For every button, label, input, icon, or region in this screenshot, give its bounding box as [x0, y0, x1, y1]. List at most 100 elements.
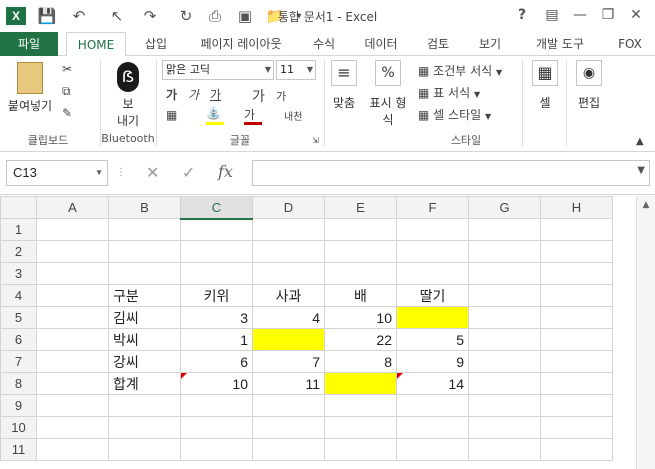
tab-file[interactable]: 파일	[0, 32, 58, 56]
minimize-icon[interactable]: —	[568, 5, 592, 25]
cell-b5[interactable]: 김씨	[108, 306, 181, 329]
cell-a10[interactable]	[36, 416, 109, 439]
shrink-font-button[interactable]: 가	[276, 88, 286, 104]
row-header[interactable]: 7	[0, 350, 37, 373]
select-all-corner[interactable]	[0, 196, 37, 219]
ribbon-display-icon[interactable]: ▤	[540, 5, 564, 25]
border-icon[interactable]: ▦	[166, 108, 177, 122]
cell-e9[interactable]	[324, 394, 397, 417]
cell-d6[interactable]	[252, 328, 325, 351]
cell-b7[interactable]: 강씨	[108, 350, 181, 373]
cell-e3[interactable]	[324, 262, 397, 285]
cell-c4[interactable]: 키위	[180, 284, 253, 307]
row-header[interactable]: 1	[0, 218, 37, 241]
cell-f5[interactable]	[396, 306, 469, 329]
cell-h3[interactable]	[540, 262, 613, 285]
number-format-button[interactable]: % 표시 형 식	[366, 60, 410, 128]
cell-d9[interactable]	[252, 394, 325, 417]
bold-button[interactable]: 가	[166, 86, 177, 103]
paste-button[interactable]: 붙여넣기	[6, 60, 54, 114]
tab-developer[interactable]: 개발 도구	[524, 32, 596, 56]
vertical-scrollbar[interactable]: ▲	[636, 196, 655, 469]
cell-f4[interactable]: 딸기	[396, 284, 469, 307]
cell-g6[interactable]	[468, 328, 541, 351]
cell-d8[interactable]: 11	[252, 372, 325, 395]
column-header-a[interactable]: A	[36, 196, 109, 219]
cell-f3[interactable]	[396, 262, 469, 285]
cell-b6[interactable]: 박씨	[108, 328, 181, 351]
cell-e2[interactable]	[324, 240, 397, 263]
cell-d2[interactable]	[252, 240, 325, 263]
row-header[interactable]: 4	[0, 284, 37, 307]
tab-home[interactable]: HOME	[66, 32, 126, 57]
cell-f6[interactable]: 5	[396, 328, 469, 351]
cell-b11[interactable]	[108, 438, 181, 461]
cell-a11[interactable]	[36, 438, 109, 461]
cell-g5[interactable]	[468, 306, 541, 329]
cell-a4[interactable]	[36, 284, 109, 307]
cell-c2[interactable]	[180, 240, 253, 263]
dialog-launcher-icon[interactable]: ⇲	[312, 136, 319, 145]
cell-c6[interactable]: 1	[180, 328, 253, 351]
cell-g8[interactable]	[468, 372, 541, 395]
tab-fox[interactable]: FOX	[610, 32, 650, 56]
cell-h11[interactable]	[540, 438, 613, 461]
restore-icon[interactable]: ❐	[596, 5, 620, 25]
conditional-format-button[interactable]: ▦ 조건부 서식 ▼	[418, 62, 502, 79]
italic-button[interactable]: 가	[188, 86, 199, 103]
row-header[interactable]: 11	[0, 438, 37, 461]
column-header-c[interactable]: C	[180, 196, 253, 220]
cell-d3[interactable]	[252, 262, 325, 285]
cell-a6[interactable]	[36, 328, 109, 351]
cell-a7[interactable]	[36, 350, 109, 373]
cell-h9[interactable]	[540, 394, 613, 417]
tab-view[interactable]: 보기	[470, 32, 510, 56]
cell-h4[interactable]	[540, 284, 613, 307]
row-header[interactable]: 9	[0, 394, 37, 417]
cell-e7[interactable]: 8	[324, 350, 397, 373]
column-header-e[interactable]: E	[324, 196, 397, 219]
row-header[interactable]: 3	[0, 262, 37, 285]
tab-insert[interactable]: 삽입	[136, 32, 176, 56]
row-header[interactable]: 2	[0, 240, 37, 263]
tab-formulas[interactable]: 수식	[304, 32, 344, 56]
cell-c7[interactable]: 6	[180, 350, 253, 373]
editing-button[interactable]: ◉ 편집	[572, 60, 606, 111]
cell-d10[interactable]	[252, 416, 325, 439]
cell-g11[interactable]	[468, 438, 541, 461]
cell-b9[interactable]	[108, 394, 181, 417]
cell-a2[interactable]	[36, 240, 109, 263]
tab-page-layout[interactable]: 페이지 레이아웃	[186, 32, 296, 56]
cell-d11[interactable]	[252, 438, 325, 461]
cell-b1[interactable]	[108, 218, 181, 241]
cell-a9[interactable]	[36, 394, 109, 417]
close-icon[interactable]: ✕	[624, 5, 648, 25]
cell-f10[interactable]	[396, 416, 469, 439]
column-header-d[interactable]: D	[252, 196, 325, 219]
alignment-button[interactable]: ≡ 맞춤	[328, 60, 360, 111]
format-table-button[interactable]: ▦ 표 서식 ▼	[418, 84, 480, 101]
cell-e1[interactable]	[324, 218, 397, 241]
cell-h6[interactable]	[540, 328, 613, 351]
cell-c11[interactable]	[180, 438, 253, 461]
tab-review[interactable]: 검토	[418, 32, 458, 56]
cell-b2[interactable]	[108, 240, 181, 263]
help-button[interactable]: ?	[510, 5, 534, 25]
cell-b10[interactable]	[108, 416, 181, 439]
column-header-h[interactable]: H	[540, 196, 613, 219]
cell-e11[interactable]	[324, 438, 397, 461]
cell-e8[interactable]	[324, 372, 397, 395]
cell-e5[interactable]: 10	[324, 306, 397, 329]
format-painter-icon[interactable]: ✎	[62, 106, 72, 120]
row-header[interactable]: 8	[0, 372, 37, 395]
cell-f9[interactable]	[396, 394, 469, 417]
cell-g4[interactable]	[468, 284, 541, 307]
cell-c8[interactable]: 10	[180, 372, 253, 395]
phonetic-button[interactable]: 내천	[284, 108, 302, 123]
cell-g7[interactable]	[468, 350, 541, 373]
cell-c5[interactable]: 3	[180, 306, 253, 329]
font-size-select[interactable]: 11 ▼	[276, 60, 316, 80]
cell-b8[interactable]: 합계	[108, 372, 181, 395]
cell-e4[interactable]: 배	[324, 284, 397, 307]
cell-f7[interactable]: 9	[396, 350, 469, 373]
